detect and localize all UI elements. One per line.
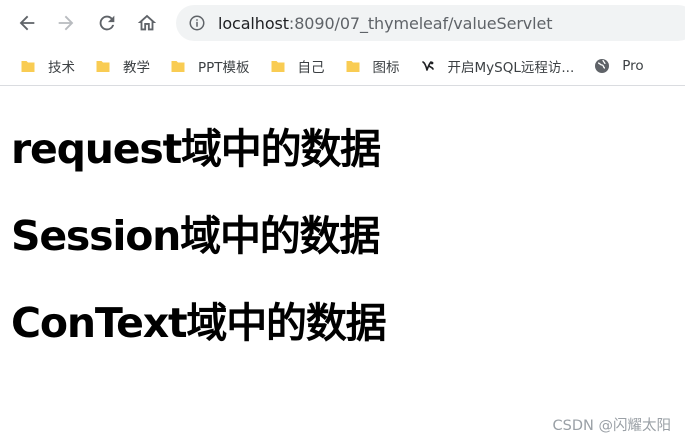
home-button[interactable]: [130, 6, 164, 40]
bookmark-label: PPT模板: [198, 59, 250, 76]
context-scope-heading: ConText域中的数据: [11, 299, 387, 347]
folder-icon: [95, 58, 111, 74]
bookmark-folder-tech[interactable]: 技术: [14, 52, 83, 80]
request-scope-heading: request域中的数据: [11, 125, 381, 173]
bookmark-label: 技术: [48, 59, 75, 76]
bookmark-folder-ppt[interactable]: PPT模板: [164, 52, 258, 80]
info-icon[interactable]: [188, 14, 206, 32]
session-scope-heading: Session域中的数据: [11, 212, 380, 260]
home-icon: [137, 14, 157, 31]
folder-icon: [345, 58, 361, 74]
address-bar[interactable]: localhost:8090/07_thymeleaf/valueServlet: [176, 5, 685, 41]
bookmarks-bar: 技术 教学 PPT模板 自己 图标 开启MySQL远程访... Pro: [0, 46, 685, 86]
bookmark-pro[interactable]: Pro: [588, 52, 651, 80]
folder-icon: [170, 58, 186, 74]
bookmark-folder-icons[interactable]: 图标: [339, 52, 408, 80]
bookmark-label: 自己: [297, 59, 325, 76]
site-icon: [420, 58, 436, 74]
url-host: localhost: [218, 13, 289, 33]
browser-toolbar: localhost:8090/07_thymeleaf/valueServlet: [0, 0, 685, 46]
folder-icon: [270, 58, 286, 74]
bookmark-folder-teaching[interactable]: 教学: [89, 52, 158, 80]
url-path: :8090/07_thymeleaf/valueServlet: [288, 13, 553, 33]
page-content: request域中的数据 Session域中的数据 ConText域中的数据: [0, 86, 685, 348]
bookmark-label: 图标: [372, 59, 400, 76]
bookmark-mysql-remote[interactable]: 开启MySQL远程访...: [414, 52, 583, 80]
forward-button[interactable]: [49, 6, 83, 40]
reload-icon: [99, 15, 115, 31]
url-text: localhost:8090/07_thymeleaf/valueServlet: [218, 13, 553, 33]
bookmark-label: Pro: [622, 57, 644, 74]
bookmark-label: 教学: [123, 59, 150, 76]
watermark: CSDN @闪耀太阳: [552, 418, 671, 434]
reload-button[interactable]: [90, 6, 124, 40]
bookmark-folder-self[interactable]: 自己: [264, 52, 333, 80]
arrow-right-icon: [58, 15, 74, 31]
back-button[interactable]: [10, 6, 44, 40]
folder-icon: [20, 58, 36, 74]
globe-icon: [594, 58, 610, 74]
arrow-left-icon: [19, 15, 35, 31]
bookmark-label: 开启MySQL远程访...: [447, 59, 575, 76]
